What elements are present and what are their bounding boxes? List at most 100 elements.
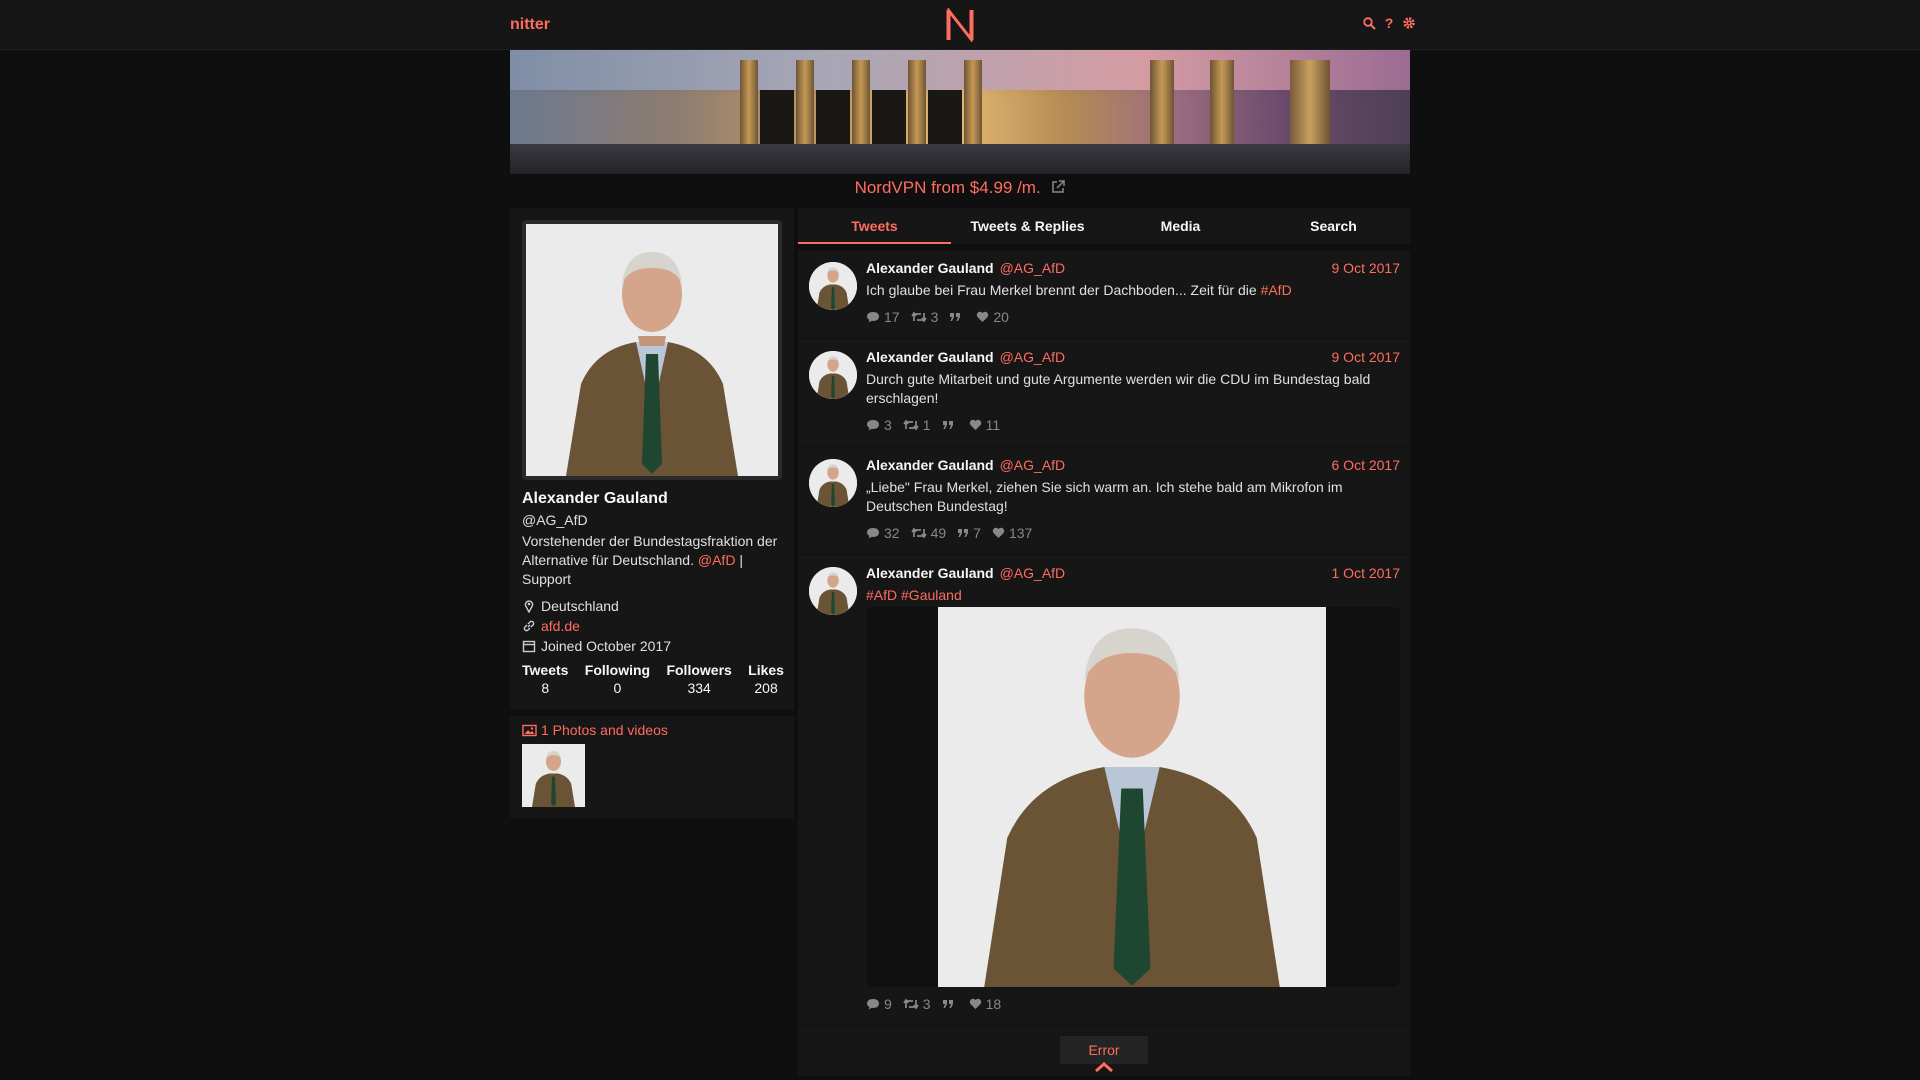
retweet-icon xyxy=(903,998,919,1010)
tab-tweets[interactable]: Tweets xyxy=(798,208,951,244)
tweet[interactable]: Alexander Gauland @AG_AfD 9 Oct 2017 Ich… xyxy=(798,250,1410,339)
joined-text: Joined October 2017 xyxy=(541,638,671,654)
quote-count[interactable] xyxy=(942,999,958,1010)
tweet-author-name[interactable]: Alexander Gauland xyxy=(866,457,994,473)
tweet-date[interactable]: 6 Oct 2017 xyxy=(1332,457,1401,473)
tweet-avatar[interactable] xyxy=(809,351,857,399)
like-count[interactable]: 137 xyxy=(992,525,1032,541)
tweet[interactable]: Alexander Gauland @AG_AfD 9 Oct 2017 Dur… xyxy=(798,339,1410,447)
website-link[interactable]: afd.de xyxy=(541,618,580,634)
tweet-text: Durch gute Mitarbeit und gute Argumente … xyxy=(866,371,1371,406)
tweet-avatar[interactable] xyxy=(809,262,857,310)
calendar-icon xyxy=(522,640,536,653)
reply-count[interactable]: 17 xyxy=(866,309,900,325)
stat-likes[interactable]: Likes 208 xyxy=(748,662,784,696)
ad-text[interactable]: NordVPN from $4.99 /m. xyxy=(855,178,1041,197)
retweet-icon xyxy=(910,527,927,539)
reply-count-value: 3 xyxy=(884,417,892,433)
retweet-icon xyxy=(910,311,927,323)
stat-label: Tweets xyxy=(522,662,569,678)
brand-link[interactable]: nitter xyxy=(510,16,550,34)
tweet-date[interactable]: 1 Oct 2017 xyxy=(1332,565,1401,581)
stat-following[interactable]: Following 0 xyxy=(585,662,650,696)
profile-name[interactable]: Alexander Gauland xyxy=(522,490,668,508)
tweet-image[interactable] xyxy=(938,607,1326,987)
comment-icon xyxy=(867,528,879,539)
tweet-stats: 3 1 11 xyxy=(866,412,1400,446)
reply-count[interactable]: 9 xyxy=(866,996,892,1012)
retweet-count[interactable]: 49 xyxy=(910,525,947,541)
joined-row: Joined October 2017 xyxy=(522,636,671,656)
nitter-logo-icon[interactable] xyxy=(945,8,975,42)
reply-count-value: 32 xyxy=(884,525,900,541)
tweet[interactable]: Alexander Gauland @AG_AfD 6 Oct 2017 „Li… xyxy=(798,447,1410,555)
location-row: Deutschland xyxy=(522,596,671,616)
like-count[interactable]: 11 xyxy=(969,417,1001,433)
reply-count-value: 17 xyxy=(884,309,900,325)
quote-count[interactable] xyxy=(949,312,965,323)
stat-value: 334 xyxy=(687,680,711,696)
stat-tweets[interactable]: Tweets 8 xyxy=(522,662,568,696)
tweet-author-handle[interactable]: @AG_AfD xyxy=(1000,565,1066,581)
quote-icon xyxy=(942,999,953,1008)
reply-count[interactable]: 32 xyxy=(866,525,900,541)
tweet-media[interactable] xyxy=(866,607,1400,987)
tweet-avatar[interactable] xyxy=(809,459,857,507)
like-count-value: 11 xyxy=(985,417,1001,433)
error-button[interactable]: Error xyxy=(1060,1036,1148,1064)
like-count[interactable]: 18 xyxy=(969,996,1002,1012)
like-count-value: 18 xyxy=(985,996,1002,1012)
tweet-author-name[interactable]: Alexander Gauland xyxy=(866,565,994,581)
stat-value: 0 xyxy=(613,680,622,696)
tab-search[interactable]: Search xyxy=(1257,208,1410,244)
hashtag-link[interactable]: #AfD #Gauland xyxy=(866,587,962,603)
tweet-stats: 9 3 18 xyxy=(866,991,1400,1025)
retweet-icon xyxy=(903,419,919,431)
comment-icon xyxy=(867,420,879,431)
comment-icon xyxy=(867,999,879,1010)
help-icon[interactable]: ? xyxy=(1382,15,1396,31)
retweet-count[interactable]: 3 xyxy=(903,996,931,1012)
tweet-avatar[interactable] xyxy=(809,567,857,615)
hashtag-link[interactable]: #AfD xyxy=(1261,282,1292,298)
photos-link[interactable]: 1 Photos and videos xyxy=(522,722,668,738)
profile-avatar[interactable] xyxy=(522,220,782,480)
tweet-author-handle[interactable]: @AG_AfD xyxy=(1000,349,1066,365)
timeline-tabs: Tweets Tweets & Replies Media Search xyxy=(798,208,1410,244)
scroll-top-icon[interactable] xyxy=(1094,1061,1114,1073)
tweet-author-name[interactable]: Alexander Gauland xyxy=(866,349,994,365)
tweet-date[interactable]: 9 Oct 2017 xyxy=(1332,260,1401,276)
gear-icon[interactable] xyxy=(1402,15,1416,31)
tweet-date[interactable]: 9 Oct 2017 xyxy=(1332,349,1401,365)
stat-label: Likes xyxy=(748,662,784,678)
stat-followers[interactable]: Followers 334 xyxy=(666,662,731,696)
reply-count-value: 9 xyxy=(884,996,892,1012)
ad-banner[interactable]: NordVPN from $4.99 /m. xyxy=(510,178,1410,198)
photos-label: 1 Photos and videos xyxy=(541,722,668,738)
quote-count[interactable] xyxy=(942,420,958,431)
tweet-author-handle[interactable]: @AG_AfD xyxy=(1000,260,1066,276)
stat-label: Followers xyxy=(666,662,732,678)
retweet-count[interactable]: 1 xyxy=(903,417,931,433)
tweet-author-name[interactable]: Alexander Gauland xyxy=(866,260,994,276)
retweet-count-value: 49 xyxy=(930,525,947,541)
heart-icon xyxy=(969,419,981,430)
quote-count[interactable]: 7 xyxy=(957,525,981,541)
tweet[interactable]: Alexander Gauland @AG_AfD 1 Oct 2017 #Af… xyxy=(798,555,1410,1026)
photo-thumbnail[interactable] xyxy=(522,744,585,807)
tweet-author-handle[interactable]: @AG_AfD xyxy=(1000,457,1066,473)
quote-icon xyxy=(942,420,953,429)
like-count[interactable]: 20 xyxy=(976,309,1009,325)
profile-handle[interactable]: @AG_AfD xyxy=(522,512,588,528)
heart-icon xyxy=(969,998,981,1009)
quote-count-value: 7 xyxy=(973,525,981,541)
tweet-text-body: Ich glaube bei Frau Merkel brennt der Da… xyxy=(866,282,1261,298)
tab-tweets-replies[interactable]: Tweets & Replies xyxy=(951,208,1104,244)
search-icon[interactable] xyxy=(1362,15,1376,31)
bio-mention-link[interactable]: @AfD xyxy=(698,552,736,568)
retweet-count[interactable]: 3 xyxy=(910,309,938,325)
tab-media[interactable]: Media xyxy=(1104,208,1257,244)
like-count-value: 20 xyxy=(993,309,1009,325)
photos-card: 1 Photos and videos xyxy=(510,716,794,818)
reply-count[interactable]: 3 xyxy=(866,417,892,433)
